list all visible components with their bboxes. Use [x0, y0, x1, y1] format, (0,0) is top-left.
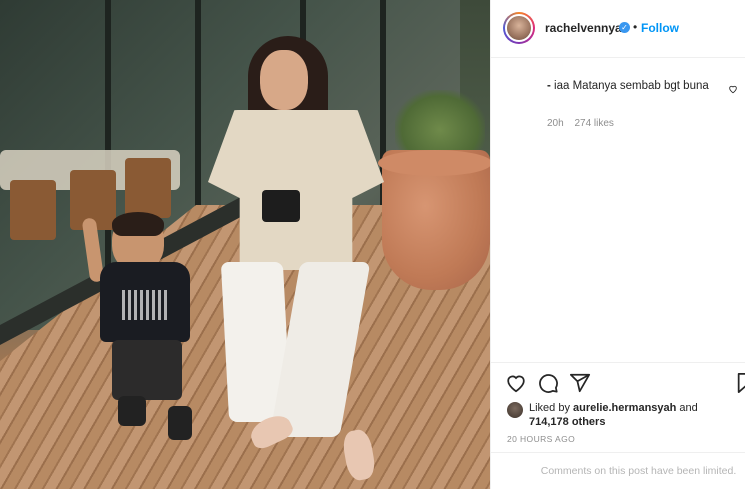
comments-limited-notice: Comments on this post have been limited.: [491, 452, 745, 489]
toddler-shoe: [118, 396, 146, 426]
toddler-hair: [112, 212, 164, 236]
heart-icon[interactable]: [505, 372, 527, 394]
action-bar: [491, 362, 745, 400]
verified-badge-icon: ✓: [619, 22, 630, 33]
post-sidebar: rachelvennya ✓ • Follow - iaa Matanya se…: [490, 0, 745, 489]
woman-face: [260, 50, 308, 110]
separator-dot: •: [633, 20, 638, 34]
post-header: rachelvennya ✓ • Follow: [491, 0, 745, 58]
comment-username[interactable]: -: [547, 80, 551, 92]
likes-count[interactable]: 714,178 others: [529, 416, 605, 428]
liked-by-username[interactable]: aurelie.hermansyah: [573, 402, 676, 414]
liked-by-avatar[interactable]: [507, 402, 523, 418]
planter-rim: [378, 150, 490, 176]
comment-age: 20h: [547, 118, 564, 129]
post-timestamp[interactable]: 20 HOURS AGO: [507, 434, 575, 444]
comment-likes[interactable]: 274 likes: [574, 118, 613, 129]
heart-icon[interactable]: [728, 84, 738, 97]
username[interactable]: rachelvennya: [545, 21, 622, 35]
toddler-pants: [112, 340, 182, 400]
chair: [125, 158, 171, 218]
chair: [10, 180, 56, 240]
avatar[interactable]: [503, 12, 535, 44]
liked-by: Liked by aurelie.hermansyah and 714,178 …: [529, 401, 729, 429]
comment-text: iaa Matanya sembab bgt buna: [554, 80, 709, 92]
comment-bubble-icon[interactable]: [537, 372, 559, 394]
bookmark-icon[interactable]: [735, 372, 745, 394]
follow-button[interactable]: Follow: [641, 21, 679, 35]
post-photo[interactable]: [0, 0, 490, 489]
comment-meta: 20h 274 likes: [547, 118, 622, 129]
liked-middle: and: [676, 402, 698, 414]
toddler-shirt-print: [122, 290, 168, 320]
camera-bag: [262, 190, 300, 222]
liked-prefix: Liked by: [529, 402, 574, 414]
comment: - iaa Matanya sembab bgt buna: [547, 78, 727, 94]
paper-plane-icon[interactable]: [569, 372, 591, 394]
toddler-shoe: [168, 406, 192, 440]
